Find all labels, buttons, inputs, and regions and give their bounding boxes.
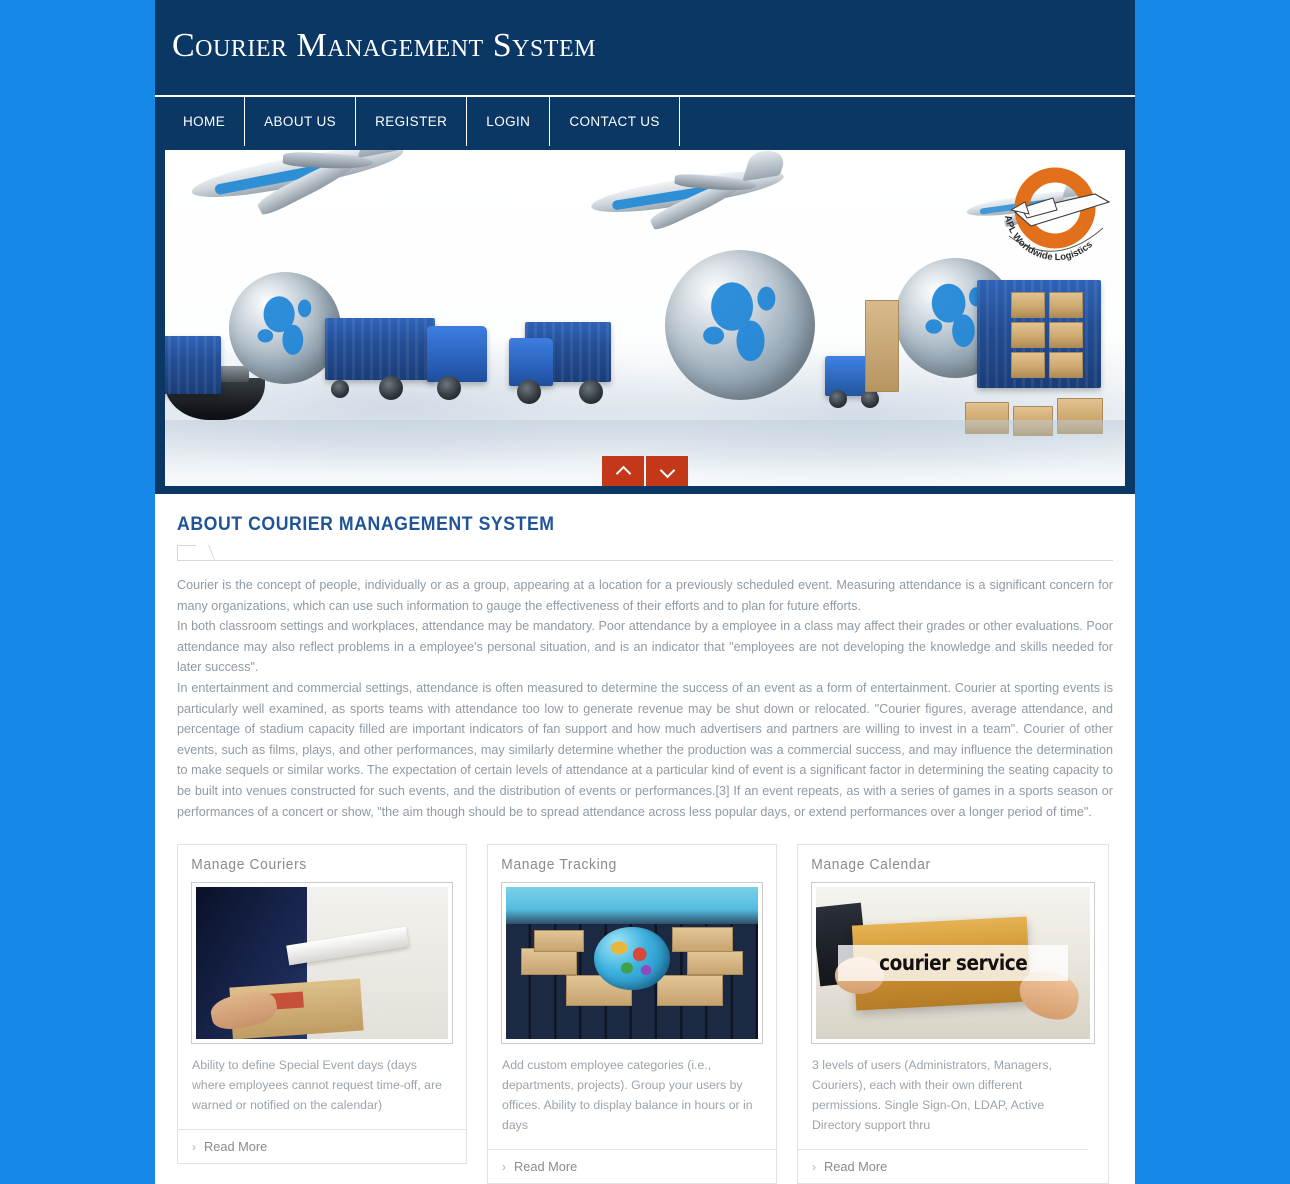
wheel-graphic xyxy=(829,390,847,408)
card-image-frame xyxy=(191,882,453,1045)
parcel-graphic xyxy=(1049,352,1083,378)
pallet-stack-graphic xyxy=(865,300,899,392)
airplane-graphic xyxy=(189,150,408,218)
globe-graphic xyxy=(665,250,815,400)
truck-cab-graphic xyxy=(427,326,487,382)
nav-item-login[interactable]: LOGIN xyxy=(467,97,551,146)
about-paragraph: In entertainment and commercial settings… xyxy=(177,680,1113,819)
wheel-graphic xyxy=(861,390,879,408)
apl-worldwide-logistics-logo: APL Worldwide Logistics xyxy=(991,158,1119,270)
photo-caption-text: courier service xyxy=(878,951,1028,976)
chevron-right-icon: › xyxy=(192,1139,196,1154)
tracking-photo xyxy=(506,887,758,1040)
hero-slide: APL Worldwide Logistics xyxy=(165,150,1125,486)
read-more-link[interactable]: › Read More xyxy=(488,1149,776,1183)
card-title: Manage Couriers xyxy=(191,857,307,874)
parcel-graphic xyxy=(1049,292,1083,318)
chevron-right-icon: › xyxy=(502,1159,506,1174)
chevron-down-icon xyxy=(661,467,674,475)
nav-item-home[interactable]: HOME xyxy=(163,97,246,146)
page-title: Courier Management System xyxy=(172,27,596,64)
about-section-title: ABOUT COURIER MANAGEMENT SYSTEM xyxy=(177,514,555,535)
hero-carousel: APL Worldwide Logistics xyxy=(155,146,1135,494)
about-body: Courier is the concept of people, indivi… xyxy=(155,561,1135,822)
parcel-graphic xyxy=(1011,292,1045,318)
card-image-frame xyxy=(501,882,763,1045)
feature-card-manage-tracking[interactable]: Manage Tracking Add custom employee cate… xyxy=(487,844,777,1184)
card-image-frame: courier service xyxy=(811,882,1095,1045)
shipping-container-graphic xyxy=(325,318,435,380)
nav-item-contact-us[interactable]: CONTACT US xyxy=(550,97,680,146)
card-title: Manage Calendar xyxy=(811,857,931,874)
read-more-label: Read More xyxy=(204,1139,268,1155)
courier-photo xyxy=(196,887,448,1040)
parcel-graphic xyxy=(1011,352,1045,378)
card-description: Add custom employee categories (i.e., de… xyxy=(502,1058,753,1133)
main-navigation: HOME ABOUT US REGISTER LOGIN CONTACT US xyxy=(155,95,1135,146)
shipping-container-graphic xyxy=(165,336,221,394)
photo-caption: courier service xyxy=(837,944,1069,982)
read-more-link[interactable]: › Read More xyxy=(798,1149,1088,1183)
feature-card-manage-couriers[interactable]: Manage Couriers Ability to define Specia… xyxy=(177,844,467,1165)
about-paragraph: Courier is the concept of people, indivi… xyxy=(177,578,1113,613)
calendar-photo: courier service xyxy=(816,887,1090,1040)
wheel-graphic xyxy=(579,380,603,404)
nav-item-register[interactable]: REGISTER xyxy=(356,97,468,146)
carousel-controls xyxy=(602,456,688,486)
chevron-up-icon xyxy=(617,467,630,475)
card-description: 3 levels of users (Administrators, Manag… xyxy=(812,1058,1052,1133)
feature-card-manage-calendar[interactable]: Manage Calendar courier service 3 levels… xyxy=(797,844,1109,1184)
site-header: Courier Management System xyxy=(155,0,1135,95)
chevron-right-icon: › xyxy=(812,1159,816,1174)
wheel-graphic xyxy=(379,376,403,400)
airplane-graphic xyxy=(589,150,789,233)
parcel-graphic xyxy=(1049,322,1083,348)
card-title: Manage Tracking xyxy=(501,857,617,874)
carousel-next-button[interactable] xyxy=(646,456,688,486)
parcel-graphic xyxy=(1011,322,1045,348)
nav-item-about-us[interactable]: ABOUT US xyxy=(245,97,357,146)
read-more-label: Read More xyxy=(824,1159,888,1175)
feature-cards: Manage Couriers Ability to define Specia… xyxy=(155,822,1135,1184)
content-panel: ABOUT COURIER MANAGEMENT SYSTEM Courier … xyxy=(155,494,1135,1184)
carousel-prev-button[interactable] xyxy=(602,456,644,486)
about-paragraph: In both classroom settings and workplace… xyxy=(177,619,1113,675)
hero-logistics-image xyxy=(165,150,1125,486)
read-more-link[interactable]: › Read More xyxy=(178,1129,466,1163)
about-section-header: ABOUT COURIER MANAGEMENT SYSTEM xyxy=(155,514,1135,561)
wheel-graphic xyxy=(331,380,349,398)
wheel-graphic xyxy=(517,380,541,404)
title-divider xyxy=(177,545,1113,561)
wheel-graphic xyxy=(437,376,461,400)
page-wrapper: Courier Management System HOME ABOUT US … xyxy=(155,0,1135,1184)
truck-cab-graphic xyxy=(509,338,553,386)
card-description: Ability to define Special Event days (da… xyxy=(192,1058,442,1113)
read-more-label: Read More xyxy=(514,1159,578,1175)
